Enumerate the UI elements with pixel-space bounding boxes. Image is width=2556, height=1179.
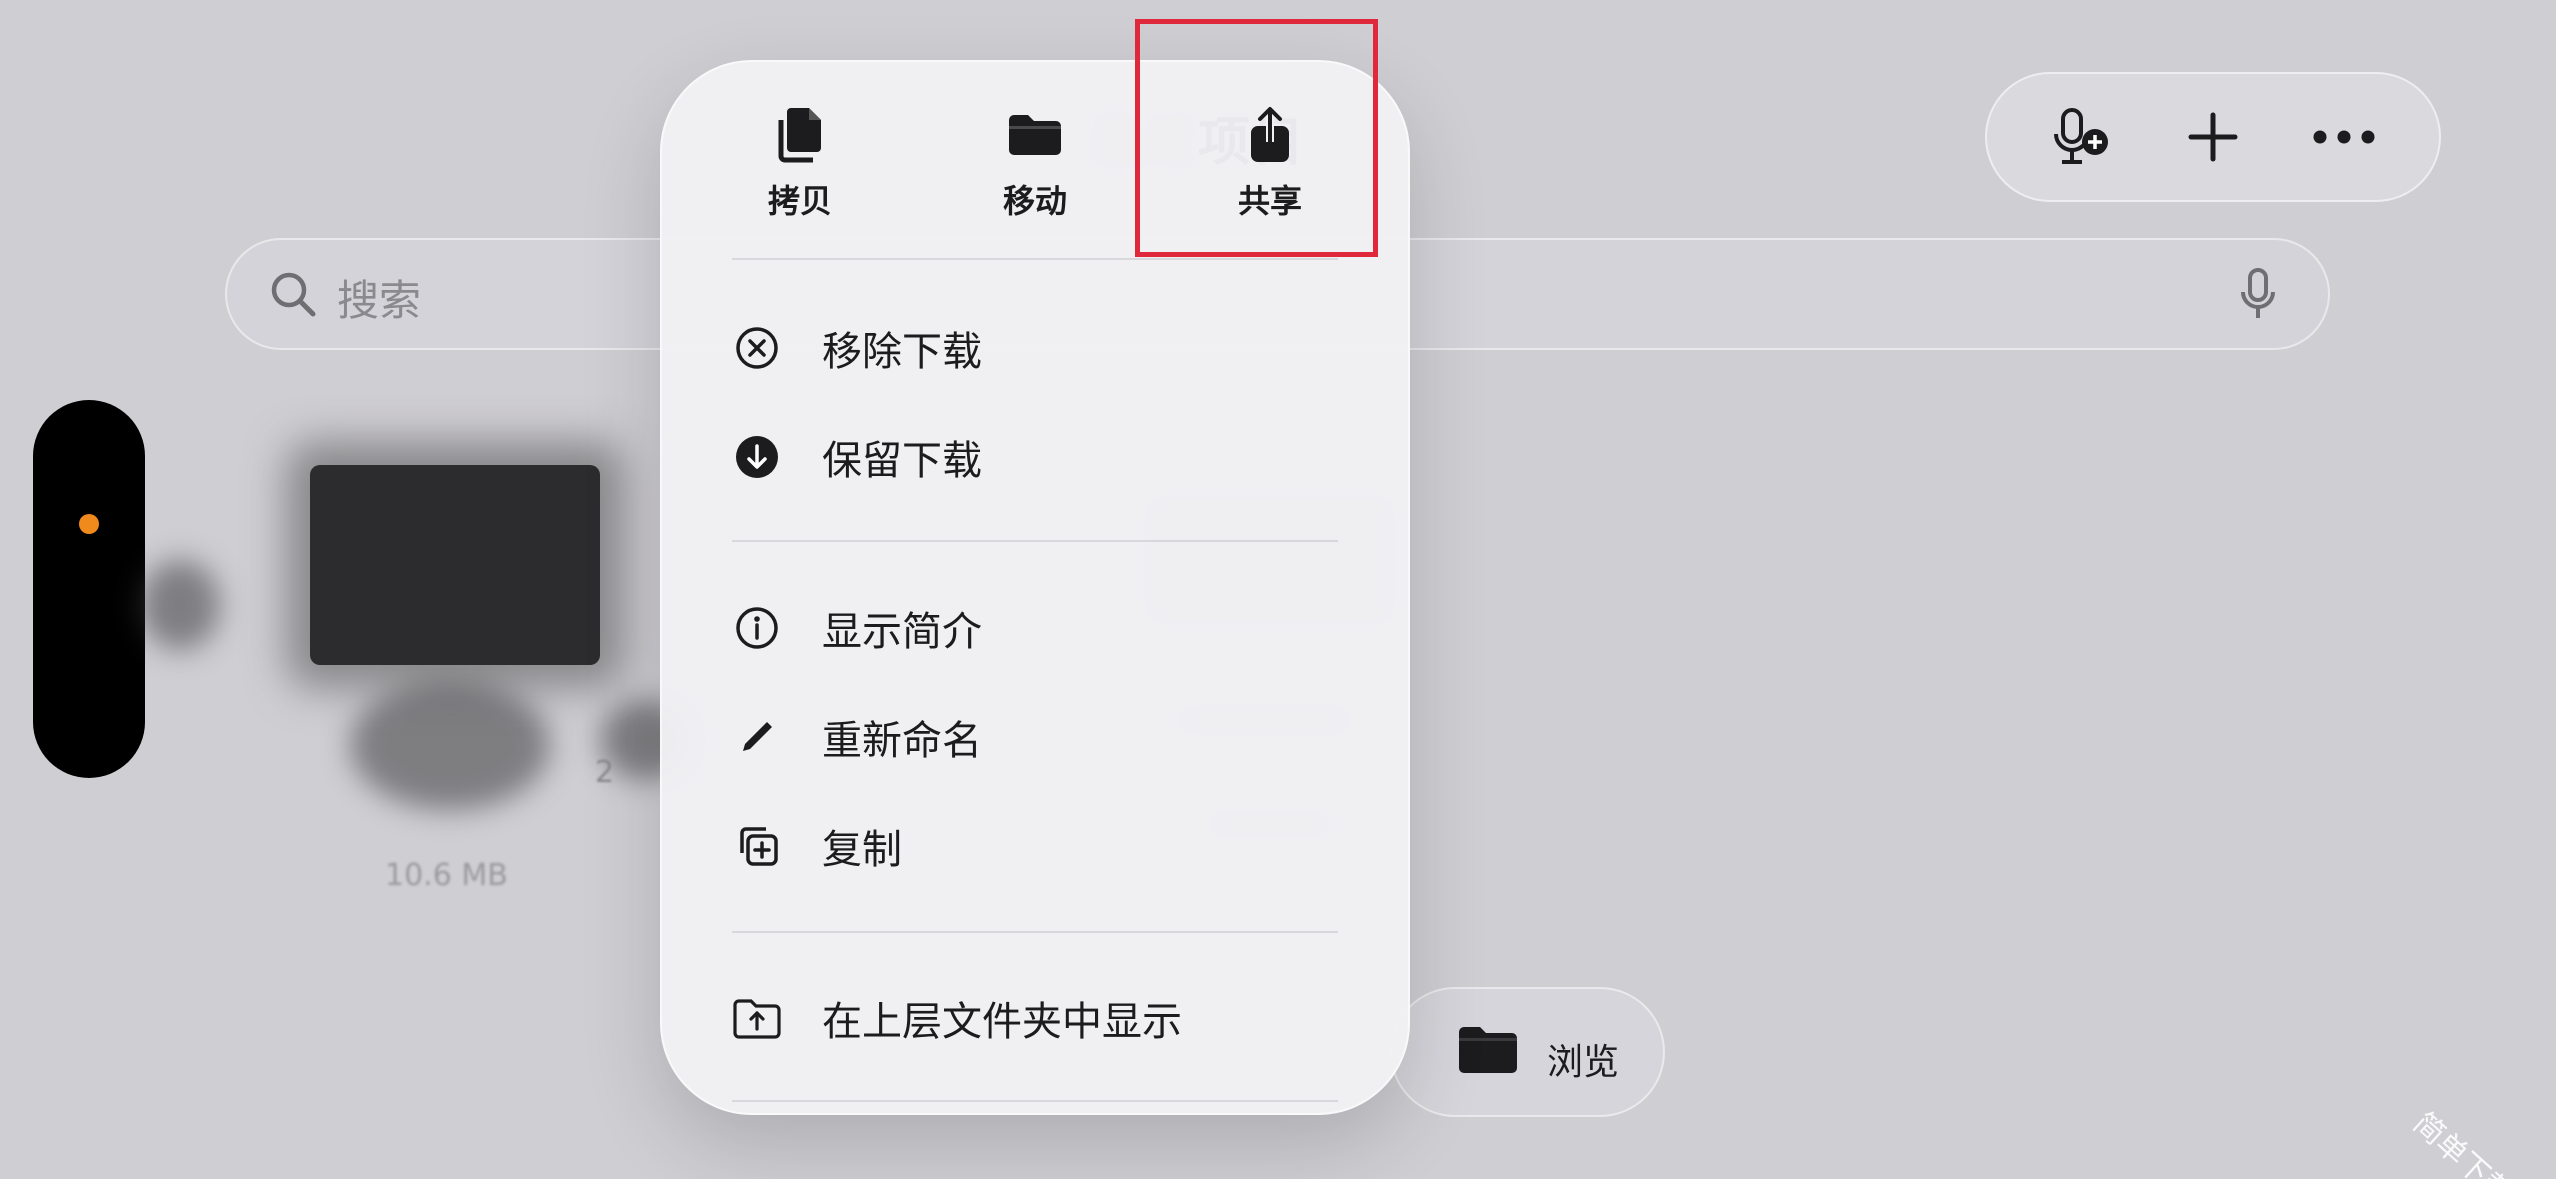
plus-square-on-square-icon xyxy=(740,827,778,866)
menu-divider xyxy=(732,1100,1338,1102)
tab-browse-label: 浏览 xyxy=(1547,1042,1620,1083)
sidebar-pill[interactable] xyxy=(33,400,145,778)
copy-label: 拷贝 xyxy=(767,182,832,220)
move-label: 移动 xyxy=(1002,182,1067,220)
remove-download-label: 移除下载 xyxy=(822,329,982,375)
watermark: 简单下载站 xyxy=(2406,1105,2542,1179)
file-count: 2 xyxy=(595,755,615,790)
move-button[interactable]: 移动 xyxy=(935,100,1135,240)
menu-divider xyxy=(732,540,1338,542)
plus-icon xyxy=(2188,112,2238,162)
xmark-circle-icon xyxy=(736,327,778,369)
get-info-item[interactable]: 显示简介 xyxy=(732,583,1338,673)
duplicate-item[interactable]: 复制 xyxy=(732,801,1338,891)
remove-download-item[interactable]: 移除下载 xyxy=(732,303,1338,393)
thumbnail-smudge xyxy=(350,680,550,810)
info-circle-icon xyxy=(736,607,778,649)
show-in-enclosing-folder-item[interactable]: 在上层文件夹中显示 xyxy=(732,973,1338,1063)
add-button[interactable] xyxy=(2168,92,2258,182)
menu-divider xyxy=(732,258,1338,260)
get-info-label: 显示简介 xyxy=(822,609,982,655)
file-thumbnail[interactable] xyxy=(310,465,600,665)
rename-item[interactable]: 重新命名 xyxy=(732,692,1338,782)
arrow-down-circle-icon xyxy=(736,436,778,478)
thumbnail-smudge xyxy=(140,560,220,650)
more-button[interactable] xyxy=(2299,92,2389,182)
keep-download-item[interactable]: 保留下载 xyxy=(732,412,1338,502)
top-toolbar xyxy=(1985,72,2441,202)
duplicate-label: 复制 xyxy=(822,827,902,873)
voice-add-button[interactable] xyxy=(2037,92,2127,182)
dictation-mic-icon[interactable] xyxy=(2238,264,2278,330)
pencil-icon xyxy=(743,722,772,751)
keep-download-label: 保留下载 xyxy=(822,438,982,484)
mic-plus-icon xyxy=(2054,108,2109,164)
doc-on-doc-icon xyxy=(778,108,821,163)
search-placeholder: 搜索 xyxy=(337,276,422,325)
menu-divider xyxy=(732,931,1338,933)
folder-icon xyxy=(1457,1024,1519,1078)
status-dot xyxy=(79,514,99,534)
rename-label: 重新命名 xyxy=(822,718,982,764)
folder-arrow-up-icon xyxy=(733,999,781,1039)
folder-icon xyxy=(1009,115,1061,155)
ellipsis-icon xyxy=(2313,130,2375,144)
copy-button[interactable]: 拷贝 xyxy=(700,100,900,240)
tab-browse[interactable]: 浏览 xyxy=(1390,987,1665,1117)
search-icon xyxy=(267,268,319,324)
show-in-enclosing-folder-label: 在上层文件夹中显示 xyxy=(822,999,1182,1045)
share-highlight-box xyxy=(1135,19,1378,257)
file-size: 10.6 MB xyxy=(385,858,508,893)
